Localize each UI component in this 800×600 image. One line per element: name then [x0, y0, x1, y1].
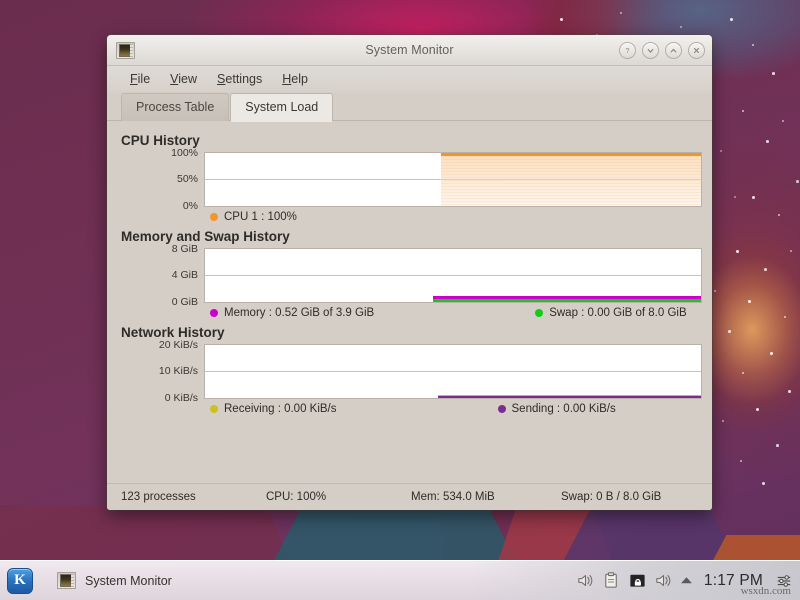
- receiving-legend-entry-1: Receiving : 0.00 KiB/s: [210, 403, 337, 415]
- network-ytick-0: 20 KiB/s: [121, 340, 204, 351]
- cpu-ytick-1: 50%: [121, 174, 204, 185]
- menu-file-rest: ile: [138, 72, 151, 86]
- cpu-legend: CPU 1 : 100%: [121, 211, 702, 223]
- taskbar: K System Monitor: [0, 560, 800, 600]
- clipboard-icon[interactable]: [602, 571, 621, 590]
- network-y-axis: 20 KiB/s 10 KiB/s 0 KiB/s: [121, 344, 204, 399]
- swap-legend-dot: [535, 309, 543, 317]
- tab-system-load[interactable]: System Load: [230, 93, 333, 122]
- cpu-history-title: CPU History: [121, 133, 702, 148]
- menu-help[interactable]: Help: [273, 69, 317, 89]
- window-controls: ?: [619, 42, 705, 59]
- cpu-area-fill: [441, 153, 701, 206]
- memory-legend-label: Memory : 0.52 GiB of 3.9 GiB: [224, 307, 374, 319]
- menu-settings-rest: ettings: [225, 72, 262, 86]
- swap-series-line: [433, 299, 701, 302]
- cpu-legend-entry-1: CPU 1 : 100%: [210, 211, 297, 223]
- statusbar: 123 processes CPU: 100% Mem: 534.0 MiB S…: [107, 483, 712, 510]
- memory-history-title: Memory and Swap History: [121, 229, 702, 244]
- menu-view[interactable]: View: [161, 69, 206, 89]
- sending-series-line: [438, 396, 701, 398]
- network-history-title: Network History: [121, 325, 702, 340]
- memory-history-plot[interactable]: [204, 248, 702, 303]
- network-gridline-10: [205, 371, 701, 372]
- cpu-ytick-2: 0%: [121, 201, 204, 212]
- receiving-legend-dot: [210, 405, 218, 413]
- system-tray: 1:17 PM: [576, 571, 792, 590]
- sending-legend-dot: [498, 405, 506, 413]
- svg-text:?: ?: [626, 46, 630, 55]
- taskbar-task-system-monitor[interactable]: System Monitor: [53, 569, 182, 592]
- menu-help-rest: elp: [291, 72, 308, 86]
- close-button[interactable]: [688, 42, 705, 59]
- cpu-legend-dot: [210, 213, 218, 221]
- desktop: System Monitor ? File View Settings: [0, 0, 800, 600]
- swap-legend-entry-2: Swap : 0.00 GiB of 8.0 GiB: [535, 307, 686, 319]
- memory-legend: Memory : 0.52 GiB of 3.9 GiB Swap : 0.00…: [121, 307, 702, 319]
- network-graph-row: 20 KiB/s 10 KiB/s 0 KiB/s: [121, 344, 702, 399]
- system-load-panel: CPU History 100% 50% 0%: [107, 121, 712, 483]
- network-ytick-1: 10 KiB/s: [121, 366, 204, 377]
- memory-ytick-2: 0 GiB: [121, 297, 204, 308]
- status-memory: Mem: 534.0 MiB: [411, 491, 561, 503]
- swap-legend-label: Swap : 0.00 GiB of 8.0 GiB: [549, 307, 686, 319]
- application-launcher-icon[interactable]: K: [7, 568, 33, 594]
- lock-icon[interactable]: [628, 571, 647, 590]
- volume-icon[interactable]: [576, 571, 595, 590]
- memory-gridline-4gib: [205, 275, 701, 276]
- memory-graph-row: 8 GiB 4 GiB 0 GiB: [121, 248, 702, 303]
- menu-settings[interactable]: Settings: [208, 69, 271, 89]
- menu-help-accel: H: [282, 72, 291, 86]
- volume-icon-2[interactable]: [654, 571, 673, 590]
- clock[interactable]: 1:17 PM: [704, 572, 763, 590]
- memory-ytick-0: 8 GiB: [121, 244, 204, 255]
- cpu-series-line: [441, 153, 701, 156]
- cpu-ytick-0: 100%: [121, 148, 204, 159]
- maximize-button[interactable]: [665, 42, 682, 59]
- tabbar: Process Table System Load: [107, 92, 712, 121]
- status-cpu: CPU: 100%: [266, 491, 411, 503]
- cpu-legend-label: CPU 1 : 100%: [224, 211, 297, 223]
- menu-view-rest: iew: [178, 72, 197, 86]
- menu-file[interactable]: File: [121, 69, 159, 89]
- monitor-icon: [57, 572, 76, 589]
- menu-file-accel: F: [130, 72, 138, 86]
- network-history-plot[interactable]: [204, 344, 702, 399]
- cpu-history-plot[interactable]: [204, 152, 702, 207]
- help-button[interactable]: ?: [619, 42, 636, 59]
- status-processes: 123 processes: [121, 491, 266, 503]
- sending-legend-entry-2: Sending : 0.00 KiB/s: [498, 403, 616, 415]
- sending-legend-label: Sending : 0.00 KiB/s: [512, 403, 616, 415]
- cpu-y-axis: 100% 50% 0%: [121, 152, 204, 207]
- network-legend: Receiving : 0.00 KiB/s Sending : 0.00 Ki…: [121, 403, 702, 415]
- system-monitor-window: System Monitor ? File View Settings: [107, 35, 712, 510]
- cpu-history-section: CPU History 100% 50% 0%: [121, 133, 702, 223]
- memory-history-section: Memory and Swap History 8 GiB 4 GiB 0 Gi…: [121, 229, 702, 319]
- memory-ytick-1: 4 GiB: [121, 270, 204, 281]
- cpu-graph-row: 100% 50% 0%: [121, 152, 702, 207]
- receiving-legend-label: Receiving : 0.00 KiB/s: [224, 403, 337, 415]
- status-swap: Swap: 0 B / 8.0 GiB: [561, 491, 661, 503]
- taskbar-task-label: System Monitor: [85, 574, 172, 588]
- tab-process-table[interactable]: Process Table: [121, 93, 229, 121]
- network-ytick-2: 0 KiB/s: [121, 393, 204, 404]
- window-icon: [116, 42, 135, 59]
- memory-legend-dot: [210, 309, 218, 317]
- menubar: File View Settings Help: [107, 66, 712, 92]
- memory-legend-entry-1: Memory : 0.52 GiB of 3.9 GiB: [210, 307, 374, 319]
- minimize-button[interactable]: [642, 42, 659, 59]
- window-titlebar[interactable]: System Monitor ?: [107, 35, 712, 66]
- network-history-section: Network History 20 KiB/s 10 KiB/s 0 KiB/…: [121, 325, 702, 415]
- memory-y-axis: 8 GiB 4 GiB 0 GiB: [121, 248, 204, 303]
- show-hidden-arrow-icon[interactable]: [680, 574, 693, 587]
- sliders-icon[interactable]: [776, 573, 792, 589]
